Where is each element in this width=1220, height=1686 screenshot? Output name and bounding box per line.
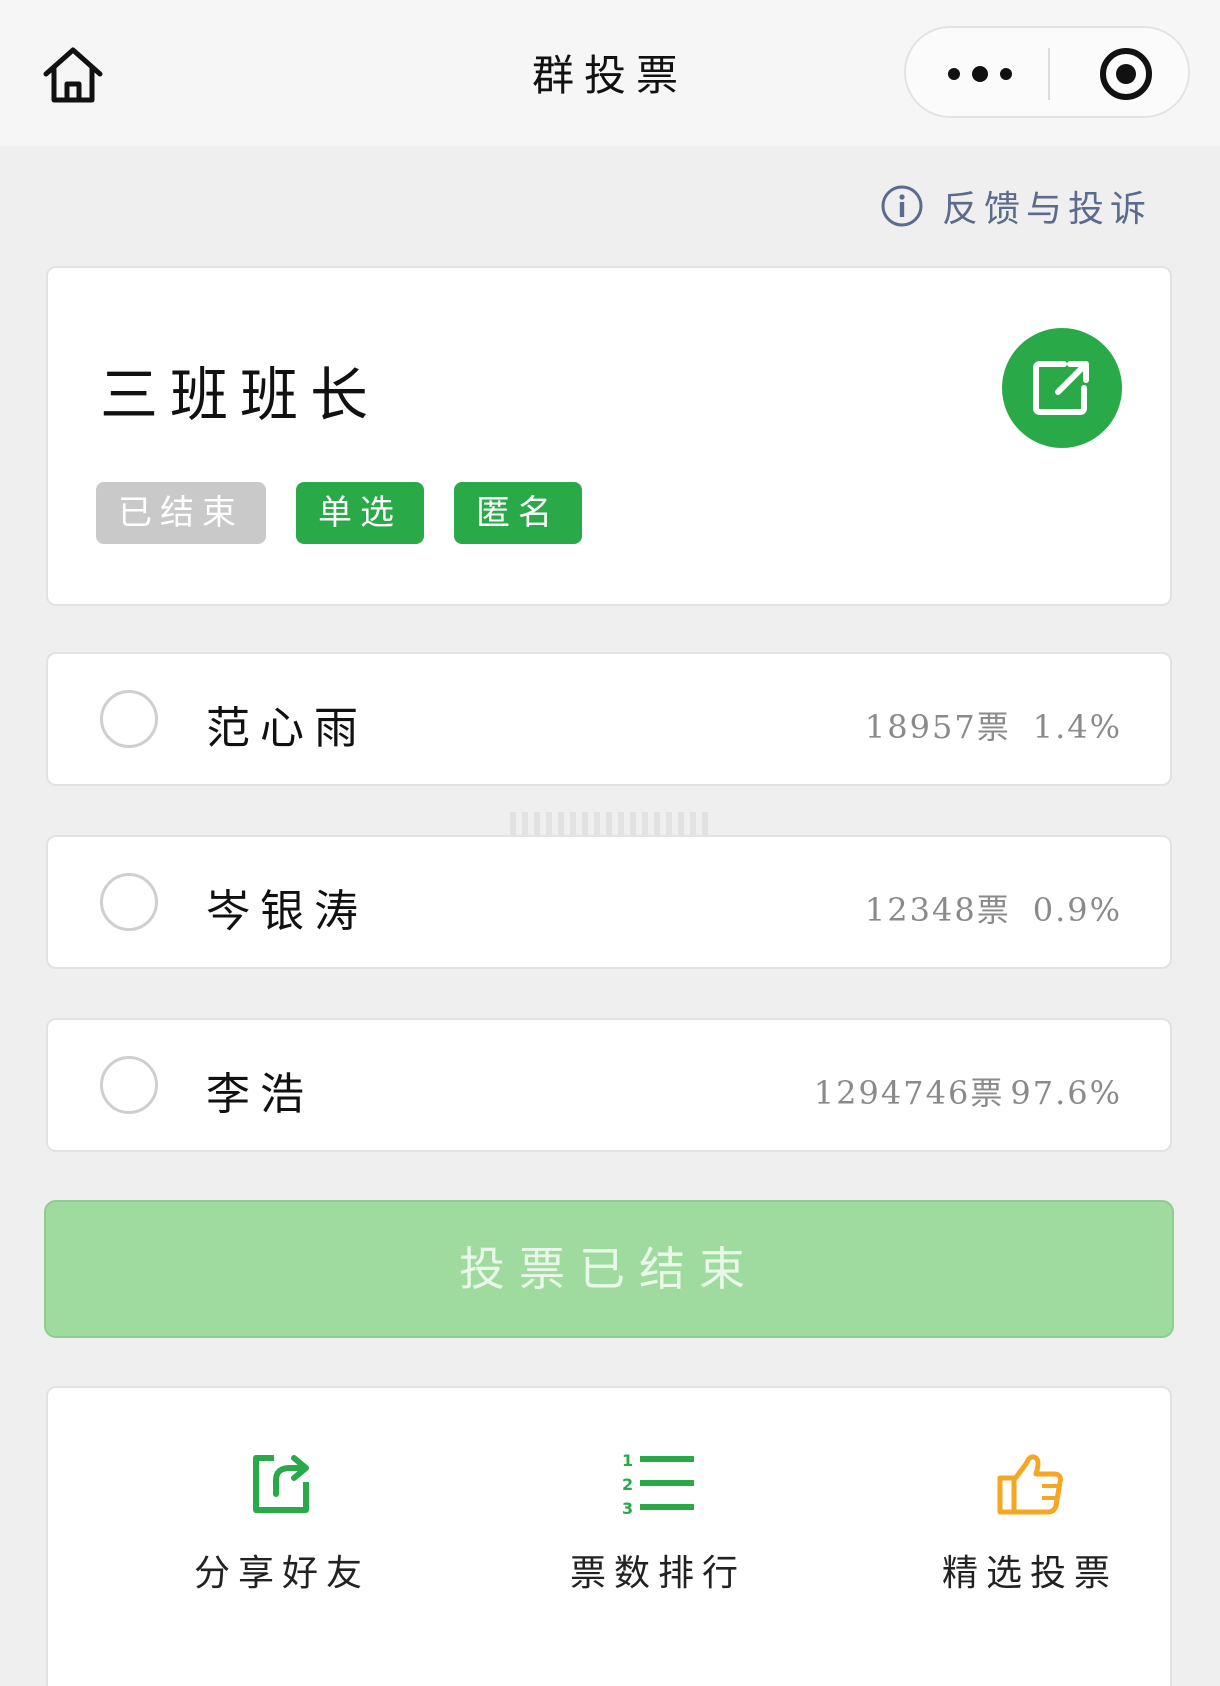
capsule-divider	[1048, 48, 1050, 100]
option-name: 岑银涛	[206, 886, 368, 937]
navigation-bar: 群投票	[0, 0, 1220, 146]
radio-button[interactable]	[100, 873, 158, 931]
ranking-button[interactable]: 1 2 3 票数排行	[528, 1448, 788, 1596]
feedback-label: 反馈与投诉	[941, 189, 1152, 230]
share-external-icon[interactable]	[1002, 328, 1122, 448]
more-dots-icon[interactable]	[946, 56, 1014, 92]
option-percent: 0.9%	[1032, 891, 1122, 929]
ranking-list-icon: 1 2 3	[622, 1451, 694, 1518]
target-circle-icon[interactable]	[1098, 46, 1154, 102]
mini-program-capsule	[904, 26, 1190, 118]
option-stats: 12348票 0.9%	[865, 885, 1122, 931]
option-stats: 1294746票 97.6%	[814, 1068, 1122, 1114]
info-icon	[881, 185, 923, 227]
ranking-label: 票数排行	[569, 1553, 746, 1594]
option-percent: 97.6%	[1010, 1074, 1122, 1112]
svg-text:1: 1	[622, 1451, 633, 1470]
vote-option[interactable]: 范心雨 18957票 1.4%	[46, 652, 1172, 786]
option-votes: 1294746票	[813, 1074, 1005, 1112]
option-name: 范心雨	[206, 703, 368, 754]
share-friend-label: 分享好友	[193, 1553, 370, 1594]
vote-title-card: 三班班长 已结束 单选 匿名	[46, 266, 1172, 606]
vote-tags: 已结束 单选 匿名	[96, 482, 582, 544]
vote-title: 三班班长	[100, 361, 381, 429]
thumbs-up-icon	[997, 1454, 1063, 1515]
svg-text:2: 2	[622, 1475, 633, 1494]
option-stats: 18957票 1.4%	[865, 702, 1122, 748]
radio-button[interactable]	[100, 690, 158, 748]
svg-text:3: 3	[622, 1499, 633, 1518]
actions-panel: 分享好友 1 2 3 票数排行 精选投票	[46, 1386, 1172, 1686]
vote-option[interactable]: 李浩 1294746票 97.6%	[46, 1018, 1172, 1152]
radio-button[interactable]	[100, 1056, 158, 1114]
featured-votes-button[interactable]: 精选投票	[900, 1448, 1160, 1596]
option-name: 李浩	[206, 1069, 314, 1120]
anonymous-badge: 匿名	[454, 482, 582, 544]
featured-votes-label: 精选投票	[941, 1553, 1118, 1594]
option-votes: 18957票	[864, 708, 1011, 746]
vote-option[interactable]: 岑银涛 12348票 0.9%	[46, 835, 1172, 969]
vote-ended-button[interactable]: 投票已结束	[44, 1200, 1174, 1338]
status-badge: 已结束	[96, 482, 266, 544]
single-choice-badge: 单选	[296, 482, 424, 544]
share-friend-icon	[253, 1455, 309, 1513]
feedback-link[interactable]: 反馈与投诉	[880, 180, 1152, 232]
option-percent: 1.4%	[1032, 708, 1122, 746]
option-votes: 12348票	[864, 891, 1011, 929]
share-friend-button[interactable]: 分享好友	[152, 1448, 412, 1596]
